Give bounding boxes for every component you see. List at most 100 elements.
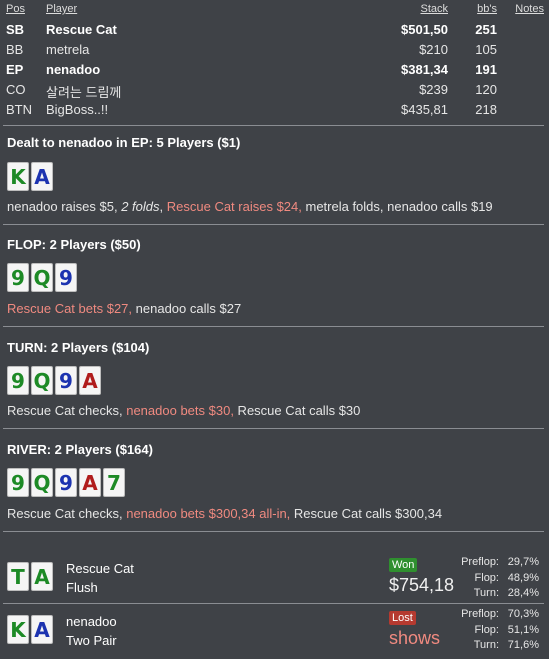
- equity-value: 28,4%: [507, 587, 539, 599]
- player-row[interactable]: BTN BigBoss..!! $435,81 218: [0, 100, 549, 120]
- action-text: metrela folds, nenadoo calls $19: [301, 199, 493, 214]
- street-actions: nenadoo raises $5, 2 folds, Rescue Cat r…: [7, 199, 493, 214]
- street-title: TURN: 2 Players ($104): [7, 340, 150, 355]
- result-hand: Flush: [66, 580, 98, 595]
- player-name: Rescue Cat: [46, 22, 117, 37]
- playing-card: 9: [55, 366, 77, 395]
- playing-card: Q: [31, 366, 53, 395]
- player-name: nenadoo: [46, 62, 101, 77]
- player-position: CO: [6, 82, 26, 97]
- action-text: nenadoo bets $30,: [126, 403, 234, 418]
- hole-cards: KA: [7, 162, 53, 191]
- shows-label: shows: [389, 628, 441, 648]
- equity-stats: Preflop: 70,3% Flop: 51,1% Turn: 71,6%: [439, 607, 539, 654]
- action-text: Rescue Cat bets $27,: [7, 301, 133, 316]
- equity-value: 29,7%: [507, 556, 539, 568]
- result-hand: Two Pair: [66, 633, 117, 648]
- equity-value: 70,3%: [507, 608, 539, 620]
- playing-card: 9: [55, 263, 77, 292]
- header-pos: Pos: [6, 3, 25, 15]
- board-cards: 9Q9A: [7, 366, 101, 395]
- playing-card: 9: [7, 468, 29, 497]
- player-bb: 120: [475, 82, 497, 97]
- action-text: Rescue Cat checks,: [7, 506, 127, 521]
- action-text: nenadoo raises $5,: [7, 199, 122, 214]
- header-bb: bb's: [477, 3, 497, 15]
- street-title: FLOP: 2 Players ($50): [7, 237, 141, 252]
- player-row[interactable]: CO 살려는 드림께 $239 120: [0, 80, 549, 100]
- action-text: Rescue Cat checks,: [7, 403, 127, 418]
- player-row[interactable]: BB metrela $210 105: [0, 40, 549, 60]
- player-row[interactable]: SB Rescue Cat $501,50 251: [0, 20, 549, 40]
- street-title: Dealt to nenadoo in EP: 5 Players ($1): [7, 135, 241, 150]
- lost-badge: Lost: [389, 611, 416, 625]
- player-position: EP: [6, 62, 24, 77]
- result-player-name: nenadoo: [66, 614, 117, 629]
- divider: [3, 428, 544, 429]
- playing-card: Q: [31, 263, 53, 292]
- action-text: Rescue Cat calls $300,34: [290, 506, 443, 521]
- player-stack: $501,50: [401, 22, 448, 37]
- player-stack: $239: [419, 82, 448, 97]
- equity-row: Turn: 28,4%: [439, 586, 539, 602]
- playing-card: Q: [31, 468, 53, 497]
- action-text: 2 folds: [121, 199, 160, 214]
- equity-row: Flop: 51,1%: [439, 623, 539, 639]
- street-actions: Rescue Cat bets $27, nenadoo calls $27: [7, 301, 241, 316]
- action-text: ,: [159, 199, 167, 214]
- equity-value: 71,6%: [507, 639, 539, 651]
- equity-row: Flop: 48,9%: [439, 571, 539, 587]
- divider: [3, 125, 544, 126]
- equity-label: Turn:: [473, 639, 499, 651]
- playing-card: 9: [55, 468, 77, 497]
- equity-stats: Preflop: 29,7% Flop: 48,9% Turn: 28,4%: [439, 555, 539, 602]
- playing-card: T: [7, 562, 29, 591]
- board-cards: 9Q9A7: [7, 468, 125, 497]
- street-actions: Rescue Cat checks, nenadoo bets $300,34 …: [7, 506, 442, 521]
- board-cards: 9Q9: [7, 263, 77, 292]
- equity-label: Flop:: [474, 571, 499, 584]
- player-bb: 251: [475, 22, 497, 37]
- divider: [3, 224, 544, 225]
- playing-card: 9: [7, 366, 29, 395]
- divider: [3, 531, 544, 532]
- shown-cards: TA: [7, 562, 53, 591]
- result-player-name: Rescue Cat: [66, 561, 134, 576]
- divider: [3, 326, 544, 327]
- playing-card: A: [79, 366, 101, 395]
- player-name: 살려는 드림께: [46, 85, 122, 100]
- equity-label: Turn:: [473, 587, 499, 599]
- action-text: nenadoo bets $300,34 all-in,: [126, 506, 291, 521]
- action-text: Rescue Cat calls $30: [233, 403, 361, 418]
- header-stack: Stack: [420, 3, 448, 15]
- street-title: RIVER: 2 Players ($164): [7, 442, 153, 457]
- street-actions: Rescue Cat checks, nenadoo bets $30, Res…: [7, 403, 360, 418]
- equity-label: Preflop:: [461, 556, 499, 568]
- player-name: BigBoss..!!: [46, 102, 109, 117]
- equity-label: Preflop:: [461, 608, 499, 620]
- player-position: BTN: [6, 102, 32, 117]
- action-text: nenadoo calls $27: [132, 301, 242, 316]
- player-bb: 191: [475, 62, 497, 77]
- action-text: Rescue Cat raises $24,: [166, 199, 302, 214]
- player-bb: 218: [475, 102, 497, 117]
- player-stack: $435,81: [401, 102, 448, 117]
- player-stack: $381,34: [401, 62, 448, 77]
- player-row[interactable]: EP nenadoo $381,34 191: [0, 60, 549, 80]
- equity-value: 48,9%: [507, 571, 539, 584]
- divider: [3, 603, 544, 604]
- playing-card: K: [7, 162, 29, 191]
- player-stack: $210: [419, 42, 448, 57]
- player-position: BB: [6, 42, 24, 57]
- header-notes[interactable]: Notes: [515, 3, 544, 15]
- playing-card: A: [31, 162, 53, 191]
- won-badge: Won: [389, 558, 418, 572]
- player-bb: 105: [475, 42, 497, 57]
- header-player: Player: [46, 3, 78, 15]
- playing-card: A: [31, 562, 53, 591]
- equity-row: Preflop: 70,3%: [439, 607, 539, 623]
- equity-row: Turn: 71,6%: [439, 638, 539, 654]
- player-name: metrela: [46, 42, 90, 57]
- playing-card: K: [7, 615, 29, 644]
- shown-cards: KA: [7, 615, 53, 644]
